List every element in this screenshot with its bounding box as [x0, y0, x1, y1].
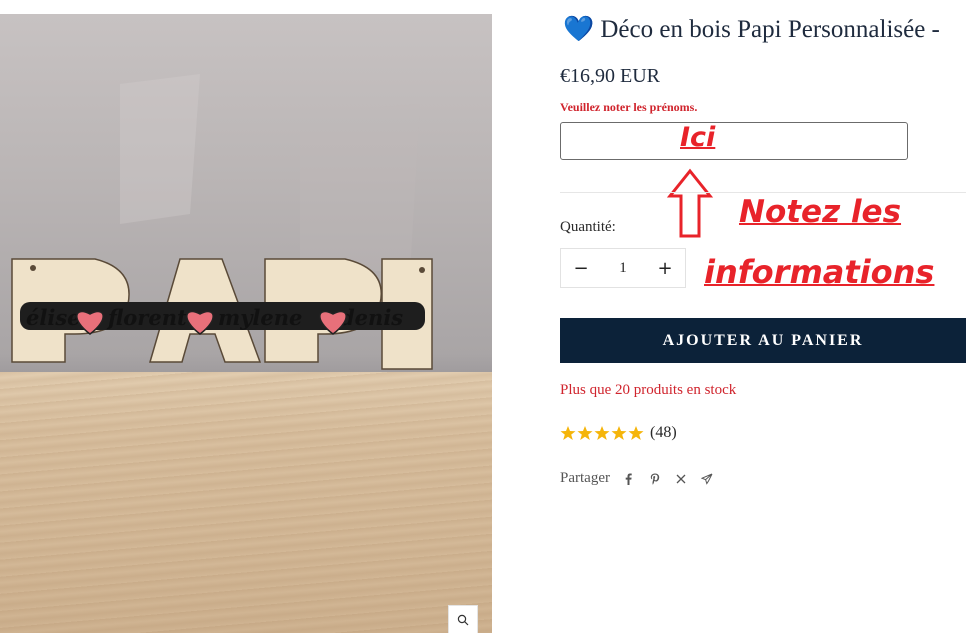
product-title: 💙 Déco en bois Papi Personnalisée - — [563, 16, 940, 43]
photo-name-1: élise — [26, 305, 81, 330]
product-image[interactable]: élise florent mylene denis — [0, 14, 492, 633]
quantity-decrease-button[interactable]: − — [561, 249, 601, 287]
quantity-value[interactable]: 1 — [619, 260, 627, 277]
add-to-cart-button[interactable]: AJOUTER AU PANIER — [560, 318, 966, 363]
papi-wood-sign: élise florent mylene denis — [11, 258, 433, 370]
star-icon — [594, 426, 610, 440]
photo-name-3: mylene — [218, 305, 302, 330]
divider — [560, 192, 966, 193]
x-icon[interactable] — [674, 472, 688, 486]
pinterest-icon[interactable] — [648, 472, 662, 486]
share-label: Partager — [560, 470, 610, 486]
note-label: Veuillez noter les prénoms. — [560, 100, 698, 114]
share-bar: Partager — [560, 470, 726, 487]
arrow-up-icon — [666, 168, 714, 238]
facebook-icon[interactable] — [622, 472, 636, 486]
annotation-informations: informations — [704, 253, 935, 291]
rating-count: (48) — [650, 424, 677, 441]
quantity-stepper: − 1 + — [560, 248, 686, 288]
rating-stars — [560, 425, 644, 441]
zoom-icon — [457, 614, 469, 626]
photo-name-2: florent — [106, 305, 187, 330]
star-icon — [611, 426, 627, 440]
star-icon — [577, 426, 593, 440]
send-icon[interactable] — [700, 472, 714, 486]
product-price: €16,90 EUR — [560, 65, 660, 87]
star-icon — [560, 426, 576, 440]
star-icon — [628, 426, 644, 440]
quantity-label: Quantité: — [560, 219, 616, 235]
zoom-button[interactable] — [448, 605, 478, 633]
photo-name-4: denis — [340, 305, 403, 330]
stock-status: Plus que 20 produits en stock — [560, 382, 737, 398]
annotation-ici: Ici — [680, 122, 716, 153]
names-input[interactable] — [560, 122, 908, 160]
quantity-increase-button[interactable]: + — [645, 249, 685, 287]
annotation-notez: Notez les — [739, 194, 902, 230]
rating[interactable]: (48) — [560, 424, 677, 442]
